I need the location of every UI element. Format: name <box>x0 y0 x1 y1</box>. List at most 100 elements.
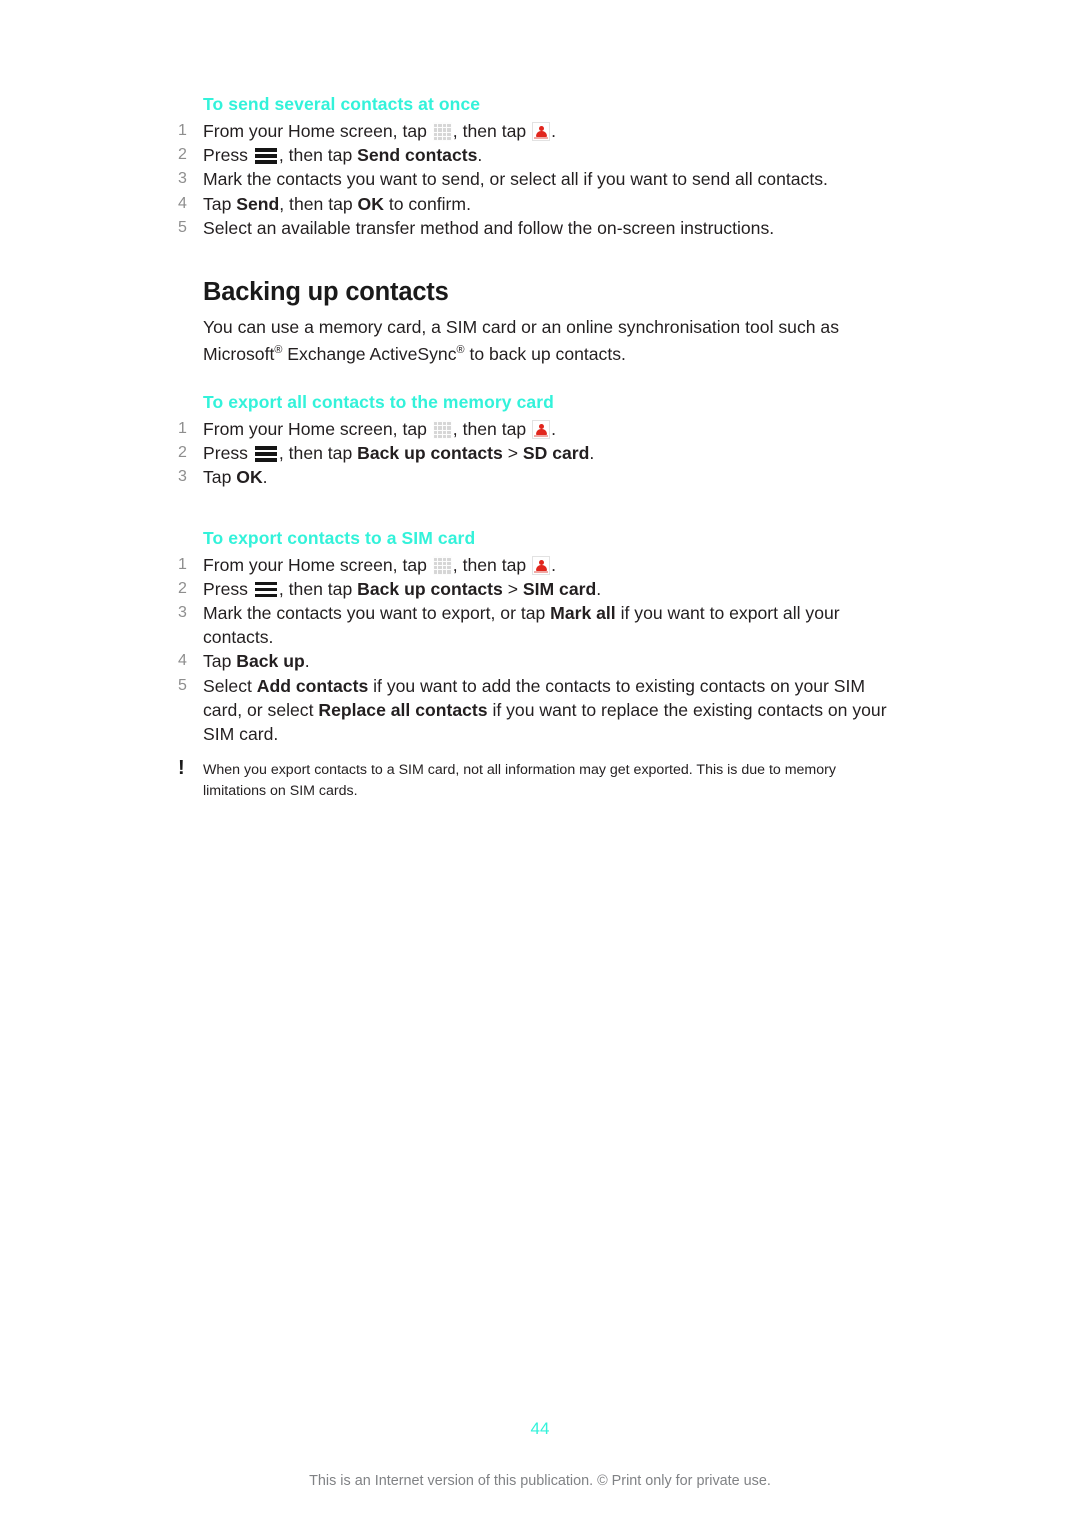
steps-list-send-several-contacts: 1 From your Home screen, tap , then tap … <box>178 119 890 240</box>
step-text-part: Select <box>203 675 257 696</box>
step-text-part: , then tap <box>278 578 358 599</box>
step-text: Mark the contacts you want to export, or… <box>203 603 840 647</box>
step-text-part: . <box>589 443 595 464</box>
step-text-emphasis: Back up <box>236 651 305 672</box>
step-text: Tap Back up. <box>203 651 310 671</box>
section-heading-send-several-contacts: To send several contacts at once <box>203 94 481 114</box>
step-text-part: Mark the contacts you want to export, or… <box>203 603 551 624</box>
step-text: From your Home screen, tap , then tap . <box>203 555 556 575</box>
list-item: 1 From your Home screen, tap , then tap … <box>178 553 890 577</box>
menu-key-icon <box>254 147 277 164</box>
list-item: 4 Tap Back up. <box>178 649 890 673</box>
step-text-emphasis: SIM card <box>522 578 597 599</box>
list-item: 3 Tap OK. <box>178 465 890 489</box>
list-item: 3 Mark the contacts you want to export, … <box>178 601 890 649</box>
step-text-part: > <box>502 578 523 599</box>
step-text: Select Add contacts if you want to add t… <box>203 676 887 744</box>
list-item: 1 From your Home screen, tap , then tap … <box>178 119 890 143</box>
step-text-part: . <box>304 651 310 672</box>
step-number: 4 <box>178 652 187 670</box>
step-text-part: . <box>551 121 556 141</box>
step-text-part: , then tap <box>278 443 358 464</box>
step-text-emphasis: OK <box>357 193 384 214</box>
step-text-part: , then tap <box>452 419 532 440</box>
contacts-icon <box>532 122 551 141</box>
step-text-part: Press <box>203 578 253 599</box>
intro-text-part: Exchange ActiveSync <box>282 344 457 365</box>
step-text-part: , then tap <box>279 193 358 214</box>
app-grid-icon <box>432 555 452 575</box>
list-item: 2 Press , then tap Back up contacts > SD… <box>178 441 890 465</box>
step-text-part: , then tap <box>452 121 532 141</box>
registered-mark: ® <box>456 344 465 357</box>
step-text-part: . <box>551 554 556 575</box>
step-text: Press , then tap Back up contacts > SD c… <box>203 443 594 463</box>
list-item: 1 From your Home screen, tap , then tap … <box>178 417 890 441</box>
step-text-part: . <box>477 145 483 166</box>
steps-list-export-memory-card: 1 From your Home screen, tap , then tap … <box>178 417 890 490</box>
intro-paragraph: You can use a memory card, a SIM card or… <box>203 314 890 368</box>
step-number: 1 <box>178 122 187 139</box>
contacts-icon <box>532 555 551 575</box>
page-content: To send several contacts at once 1 From … <box>178 92 890 802</box>
step-number: 3 <box>178 170 187 188</box>
step-text-part: , then tap <box>278 145 358 166</box>
step-text-part: From your Home screen, tap <box>203 121 432 141</box>
step-text-part: From your Home screen, tap <box>203 554 432 575</box>
note-text: When you export contacts to a SIM card, … <box>203 762 836 800</box>
step-text: Press , then tap Back up contacts > SIM … <box>203 579 601 599</box>
list-item: 5 Select an available transfer method an… <box>178 216 890 240</box>
menu-key-icon <box>254 445 277 462</box>
step-number: 5 <box>178 676 187 694</box>
step-text-emphasis: Back up contacts <box>357 578 503 599</box>
step-text-part: Tap <box>203 193 237 214</box>
intro-text-part: to back up contacts. <box>464 344 626 365</box>
step-text-emphasis: Back up contacts <box>357 443 503 464</box>
step-text-emphasis: Mark all <box>550 603 616 624</box>
step-text-part: > <box>502 443 523 464</box>
step-number: 1 <box>178 555 187 573</box>
step-number: 3 <box>178 604 187 622</box>
app-grid-icon <box>432 122 452 141</box>
step-number: 5 <box>178 218 187 236</box>
section-heading-export-memory-card: To export all contacts to the memory car… <box>203 392 554 413</box>
step-text-part: , then tap <box>452 554 532 575</box>
list-item: 2 Press , then tap Send contacts. <box>178 143 890 167</box>
step-text-part: Press <box>203 145 253 166</box>
section-heading-export-sim-card: To export contacts to a SIM card <box>203 527 476 548</box>
page-number: 44 <box>530 1419 550 1438</box>
step-text: Tap Send, then tap OK to confirm. <box>203 194 471 214</box>
steps-list-export-sim-card: 1 From your Home screen, tap , then tap … <box>178 553 890 747</box>
contacts-icon <box>532 420 551 440</box>
step-number: 4 <box>178 194 187 212</box>
step-text-emphasis: Replace all contacts <box>318 699 488 720</box>
step-number: 1 <box>178 420 187 438</box>
step-text-part: Press <box>203 443 253 464</box>
step-text-emphasis: SD card <box>522 443 590 464</box>
step-text-part: . <box>596 578 602 599</box>
step-text: Press , then tap Send contacts. <box>203 145 482 165</box>
list-item: 2 Press , then tap Back up contacts > SI… <box>178 577 890 601</box>
step-text: Tap OK. <box>203 467 268 487</box>
note-callout: ! When you export contacts to a SIM card… <box>178 758 890 802</box>
step-number: 2 <box>178 146 187 164</box>
step-text-part: From your Home screen, tap <box>203 419 432 440</box>
step-text-emphasis: Send contacts <box>357 145 478 166</box>
document-page: To send several contacts at once 1 From … <box>0 0 1080 1527</box>
step-text-part: Tap <box>203 651 237 672</box>
step-text-part: . <box>551 419 556 440</box>
step-number: 3 <box>178 468 187 486</box>
list-item: 4 Tap Send, then tap OK to confirm. <box>178 192 890 216</box>
footer-copyright-note: This is an Internet version of this publ… <box>309 1473 771 1489</box>
menu-key-icon <box>254 581 277 598</box>
step-number: 2 <box>178 444 187 462</box>
step-text-part: . <box>262 467 268 488</box>
step-text-emphasis: OK <box>236 467 263 488</box>
step-text-part: Tap <box>203 467 237 488</box>
app-grid-icon <box>432 420 452 440</box>
list-item: 3 Mark the contacts you want to send, or… <box>178 167 890 191</box>
step-text: From your Home screen, tap , then tap . <box>203 121 556 141</box>
step-text-part: to confirm. <box>383 193 471 214</box>
